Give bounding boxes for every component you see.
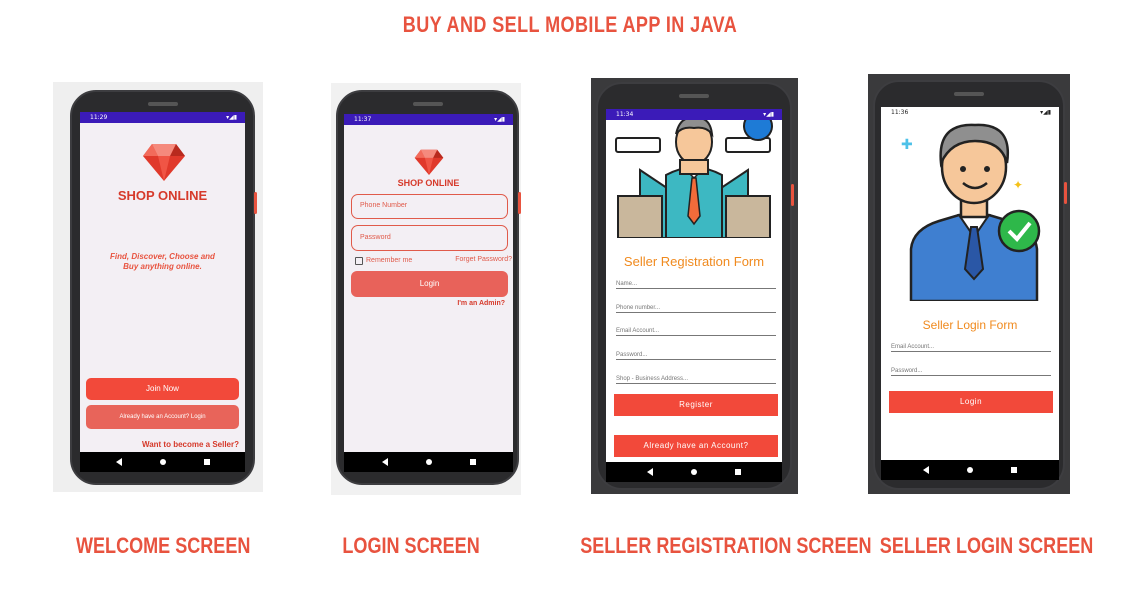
svg-text:✚: ✚ [901,137,913,153]
status-time: 11:37 [354,116,372,123]
password-field[interactable]: Password... [616,352,776,360]
seller-registration-screen: 11:34 ▾◢▮ Seller Registration Form Name.… [606,109,782,482]
status-bar: 11:37 ▾◢▮ [344,114,513,125]
back-icon[interactable] [923,466,929,474]
status-time: 11:29 [90,114,108,121]
seller-avatar-illustration-icon: ✚ ✦ [901,123,1041,301]
shop-address-field[interactable]: Shop - Business Address... [616,376,776,384]
remember-me-label: Remember me [366,257,413,264]
speaker [147,102,178,106]
caption-welcome: WELCOME SCREEN [76,533,251,558]
home-icon[interactable] [691,469,697,475]
remember-me-checkbox[interactable] [355,257,363,265]
phone-frame-seller-registration: 11:34 ▾◢▮ Seller Registration Form Name.… [596,82,794,490]
side-button [1064,182,1067,204]
email-account-field[interactable]: Email Account... [891,344,1051,352]
phone-frame-login: 11:37 ▾◢▮ SHOP ONLINE Phone Number Passw… [336,90,521,485]
side-button [791,184,794,206]
status-icons: ▾◢▮ [494,116,505,123]
status-bar: 11:36 ▾◢▮ [881,107,1059,118]
caption-seller-login: SELLER LOGIN SCREEN [879,533,1094,558]
speaker [954,92,984,96]
caption-seller-registration: SELLER REGISTRATION SCREEN [580,533,872,558]
password-field[interactable]: Password [351,225,508,251]
email-account-field[interactable]: Email Account... [616,328,776,336]
recents-icon[interactable] [1011,467,1017,473]
svg-text:✦: ✦ [1013,178,1023,192]
home-icon[interactable] [425,459,432,465]
phone-frame-welcome: 11:29 ▾◢▮ SHOP ONLINE Find, Discover, Ch… [70,90,257,485]
speaker [679,94,709,98]
back-icon[interactable] [381,458,388,466]
seller-illustration-icon [615,120,773,238]
status-icons: ▾◢▮ [763,111,774,118]
password-field[interactable]: Password... [891,368,1051,376]
recents-icon[interactable] [735,469,741,475]
recents-icon[interactable] [469,459,476,465]
become-seller-link[interactable]: Want to become a Seller? [142,440,239,449]
diamond-logo-icon [414,149,444,175]
phone-number-field[interactable]: Phone Number [351,194,508,219]
diamond-logo-icon [143,144,185,181]
phone-number-field[interactable]: Phone number... [616,305,776,313]
login-screen: 11:37 ▾◢▮ SHOP ONLINE Phone Number Passw… [344,114,513,472]
nav-bar [881,460,1059,480]
phone-frame-seller-login: 11:36 ▾◢▮ ✚ ✦ Seller Login Form Email Ac… [873,80,1067,490]
nav-bar [80,452,245,472]
seller-registration-title: Seller Registration Form [623,254,765,269]
seller-login-title: Seller Login Form [922,318,1018,332]
status-icons: ▾◢▮ [226,114,237,121]
forget-password-link[interactable]: Forget Password? [455,256,512,263]
tagline-line-2: Buy anything online. [123,262,202,271]
home-icon[interactable] [967,467,973,473]
login-button[interactable]: Login [351,271,508,297]
admin-link[interactable]: I'm an Admin? [457,300,505,307]
logo-text: SHOP ONLINE [397,178,460,188]
seller-login-button[interactable]: Login [889,391,1053,413]
join-now-button[interactable]: Join Now [86,378,239,400]
recents-icon[interactable] [203,459,210,465]
already-have-account-login-button[interactable]: Already have an Account? Login [86,405,239,429]
status-icons: ▾◢▮ [1040,109,1051,116]
welcome-screen: 11:29 ▾◢▮ SHOP ONLINE Find, Discover, Ch… [80,112,245,472]
nav-bar [606,462,782,482]
back-icon[interactable] [115,458,122,466]
back-icon[interactable] [647,468,653,476]
nav-bar [344,452,513,472]
status-time: 11:34 [616,111,634,118]
page-title: BUY AND SELL MOBILE APP IN JAVA [402,12,738,37]
speaker [412,102,443,106]
side-button [254,192,257,214]
logo-text: SHOP ONLINE [117,188,208,203]
seller-login-screen: 11:36 ▾◢▮ ✚ ✦ Seller Login Form Email Ac… [881,107,1059,480]
status-time: 11:36 [891,109,909,116]
caption-login: LOGIN SCREEN [342,533,480,558]
status-bar: 11:29 ▾◢▮ [80,112,245,123]
home-icon[interactable] [159,459,166,465]
already-have-account-button[interactable]: Already have an Account? [614,435,778,457]
name-field[interactable]: Name... [616,281,776,289]
register-button[interactable]: Register [614,394,778,416]
side-button [518,192,521,214]
tagline-line-1: Find, Discover, Choose and [110,252,215,261]
status-bar: 11:34 ▾◢▮ [606,109,782,120]
